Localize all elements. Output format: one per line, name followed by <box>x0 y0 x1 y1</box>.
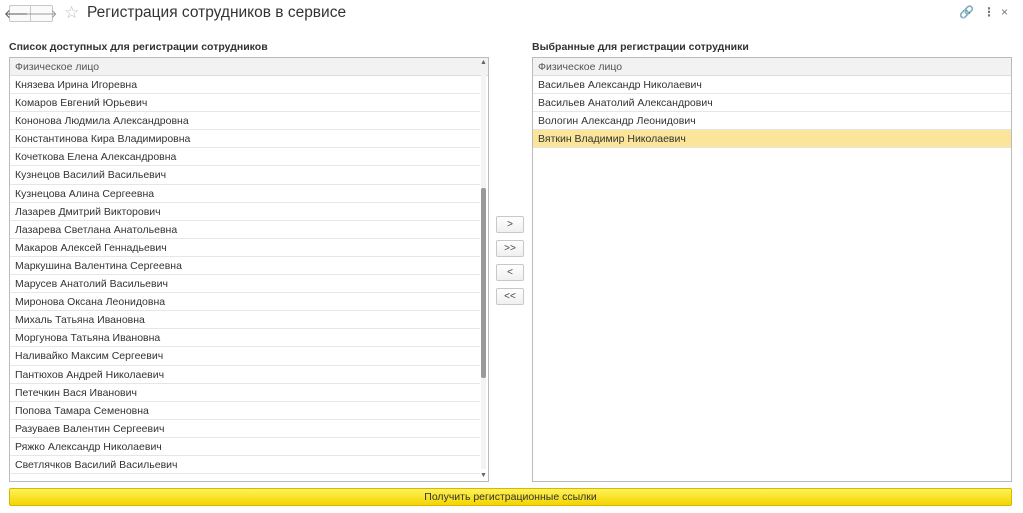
available-list-title: Список доступных для регистрации сотрудн… <box>9 41 268 53</box>
table-row[interactable]: Кузнецов Василий Васильевич <box>10 166 480 185</box>
scroll-up-icon[interactable]: ▲ <box>479 58 488 68</box>
table-row[interactable]: Макаров Алексей Геннадьевич <box>10 239 480 257</box>
available-rows: Князева Ирина Игоревна Комаров Евгений Юр… <box>10 76 480 475</box>
column-header-person[interactable]: Физическое лицо <box>533 58 1011 76</box>
table-row[interactable]: Кононова Людмила Александровна <box>10 112 480 131</box>
add-all-button[interactable]: >> <box>496 240 524 257</box>
table-row[interactable]: Кочеткова Елена Александровна <box>10 148 480 167</box>
available-scrollbar[interactable]: ▲ ▼ <box>479 58 488 481</box>
table-row[interactable]: Михаль Татьяна Ивановна <box>10 311 480 330</box>
table-row[interactable]: Миронова Оксана Леонидовна <box>10 293 480 312</box>
table-row[interactable]: Васильев Александр Николаевич <box>533 76 1011 95</box>
table-row[interactable]: Вологин Александр Леонидович <box>533 112 1011 131</box>
table-row[interactable]: Князева Ирина Игоревна <box>10 76 480 95</box>
page-title: Регистрация сотрудников в сервисе <box>87 4 347 21</box>
scroll-down-icon[interactable]: ▼ <box>479 471 488 481</box>
table-row[interactable]: Ряжко Александр Николаевич <box>10 438 480 456</box>
table-row[interactable]: Светлячков Василий Васильевич <box>10 456 480 475</box>
forward-button[interactable]: 🡒 <box>25 5 58 22</box>
scroll-thumb[interactable] <box>481 188 486 378</box>
selected-rows: Васильев Александр Николаевич Васильев Ан… <box>533 76 1011 149</box>
link-icon[interactable]: 🔗 <box>959 5 974 19</box>
table-row[interactable]: Комаров Евгений Юрьевич <box>10 94 480 113</box>
table-row[interactable]: Разуваев Валентин Сергеевич <box>10 420 480 438</box>
table-row[interactable]: Кузнецова Алина Сергеевна <box>10 185 480 203</box>
table-row[interactable]: Лазарева Светлана Анатольевна <box>10 221 480 239</box>
selected-employees-table[interactable]: Физическое лицо Васильев Александр Никол… <box>532 57 1012 482</box>
table-row[interactable]: Константинова Кира Владимировна <box>10 130 480 149</box>
table-row[interactable]: Наливайко Максим Сергеевич <box>10 347 480 366</box>
window-header: 🡐 🡒 ☆ Регистрация сотрудников в сервисе … <box>0 0 1023 30</box>
table-row[interactable]: Моргунова Татьяна Ивановна <box>10 329 480 348</box>
table-row[interactable]: Лазарев Дмитрий Викторович <box>10 203 480 221</box>
table-row[interactable]: Васильев Анатолий Александрович <box>533 94 1011 113</box>
get-registration-links-button[interactable]: Получить регистрационные ссылки <box>9 488 1012 506</box>
available-employees-table[interactable]: Физическое лицо Князева Ирина Игоревна Ко… <box>9 57 489 482</box>
table-row[interactable]: Попова Тамара Семеновна <box>10 402 480 420</box>
star-icon[interactable]: ☆ <box>64 3 79 23</box>
arrow-right-icon: 🡒 <box>25 7 58 21</box>
close-icon[interactable]: × <box>1001 5 1008 19</box>
table-row[interactable]: Петечкин Вася Иванович <box>10 384 480 402</box>
more-icon[interactable]: ⋮ <box>983 5 995 19</box>
remove-one-button[interactable]: < <box>496 264 524 281</box>
add-one-button[interactable]: > <box>496 216 524 233</box>
table-row[interactable]: Пантюхов Андрей Николаевич <box>10 366 480 384</box>
table-row[interactable]: Вяткин Владимир Николаевич <box>533 130 1011 149</box>
column-header-person[interactable]: Физическое лицо <box>10 58 488 76</box>
table-row[interactable]: Маркушина Валентина Сергеевна <box>10 257 480 276</box>
table-row[interactable]: Марусев Анатолий Васильевич <box>10 275 480 294</box>
selected-list-title: Выбранные для регистрации сотрудники <box>532 41 749 53</box>
remove-all-button[interactable]: << <box>496 288 524 305</box>
